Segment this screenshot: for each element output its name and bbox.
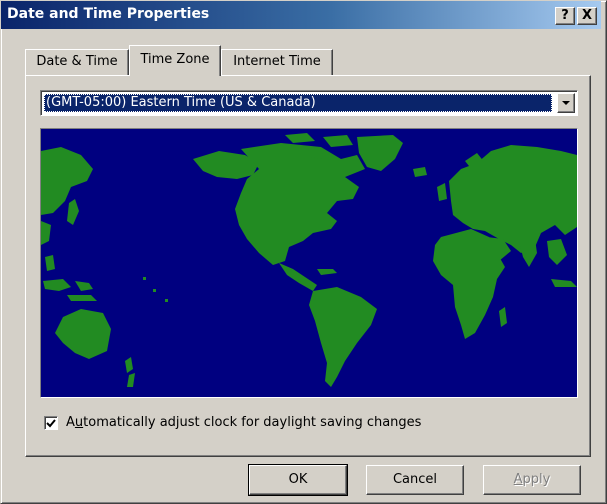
world-map[interactable]	[40, 128, 578, 398]
timezone-select[interactable]: (GMT-05:00) Eastern Time (US & Canada)	[40, 90, 578, 116]
timezone-selected-value: (GMT-05:00) Eastern Time (US & Canada)	[44, 94, 552, 112]
cancel-button[interactable]: Cancel	[366, 465, 464, 495]
title-bar[interactable]: Date and Time Properties ? X	[1, 1, 601, 29]
ok-button[interactable]: OK	[248, 464, 348, 496]
tab-panel-time-zone: (GMT-05:00) Eastern Time (US & Canada) A…	[25, 75, 591, 457]
dialog-window: Date and Time Properties ? X Date & Time…	[0, 0, 607, 504]
world-map-icon	[41, 129, 577, 397]
tab-time-zone[interactable]: Time Zone	[129, 45, 221, 76]
help-button[interactable]: ?	[555, 7, 575, 25]
tab-date-time[interactable]: Date & Time	[25, 49, 129, 75]
tab-internet-time[interactable]: Internet Time	[221, 49, 333, 75]
close-button[interactable]: X	[577, 7, 597, 25]
apply-button[interactable]: Apply	[483, 465, 581, 495]
daylight-saving-label: Automatically adjust clock for daylight …	[66, 415, 422, 430]
dropdown-arrow-icon[interactable]	[557, 93, 575, 113]
window-title: Date and Time Properties	[7, 6, 210, 22]
checkmark-icon	[46, 419, 56, 428]
daylight-saving-checkbox[interactable]	[44, 416, 58, 430]
